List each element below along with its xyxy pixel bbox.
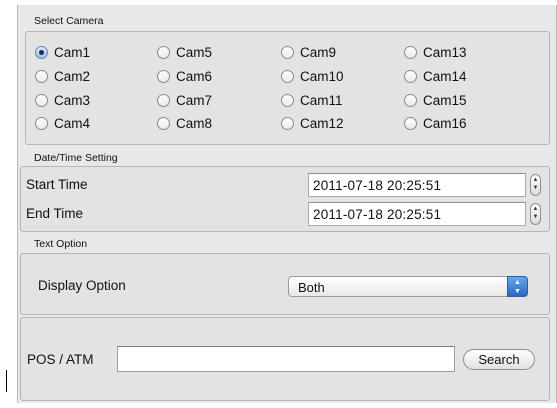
radio-button-icon[interactable] — [281, 93, 294, 107]
camera-option[interactable]: Cam13 — [404, 43, 467, 61]
camera-option-label: Cam10 — [300, 68, 344, 84]
radio-button-icon[interactable] — [404, 93, 417, 107]
camera-option-label: Cam2 — [54, 68, 91, 84]
radio-button-icon[interactable] — [281, 45, 294, 59]
radio-button-icon[interactable] — [157, 69, 170, 83]
camera-option-label: Cam3 — [54, 92, 91, 108]
camera-option-label: Cam9 — [300, 44, 337, 60]
camera-option[interactable]: Cam8 — [157, 114, 212, 132]
pos-atm-label: POS / ATM — [27, 352, 94, 367]
camera-option-label: Cam13 — [423, 44, 467, 60]
radio-button-icon[interactable] — [157, 93, 170, 107]
camera-option-label: Cam11 — [300, 92, 343, 108]
camera-option[interactable]: Cam5 — [157, 43, 212, 61]
camera-option[interactable]: Cam12 — [281, 114, 344, 132]
camera-option[interactable]: Cam1 — [35, 43, 90, 61]
radio-button-icon[interactable] — [35, 93, 48, 107]
start-time-stepper[interactable]: ▲ ▼ — [530, 174, 541, 196]
start-time-label: Start Time — [26, 177, 88, 192]
radio-button-icon[interactable] — [35, 69, 48, 83]
camera-option[interactable]: Cam4 — [35, 114, 90, 132]
camera-option-label: Cam4 — [54, 115, 91, 131]
text-option-group: Display Option Both ▲ ▼ — [20, 253, 550, 315]
select-camera-title: Select Camera — [34, 15, 104, 27]
stepper-up-icon[interactable]: ▲ — [531, 206, 540, 212]
camera-option-label: Cam6 — [176, 68, 213, 84]
camera-option-label: Cam5 — [176, 44, 213, 60]
camera-option-label: Cam16 — [423, 115, 467, 131]
camera-option[interactable]: Cam7 — [157, 91, 212, 109]
radio-button-icon[interactable] — [404, 45, 417, 59]
radio-button-icon[interactable] — [281, 116, 294, 130]
camera-option[interactable]: Cam2 — [35, 67, 90, 85]
end-time-label: End Time — [26, 206, 84, 221]
stepper-down-icon[interactable]: ▼ — [531, 214, 540, 220]
search-button[interactable]: Search — [463, 349, 535, 370]
camera-option-label: Cam12 — [300, 115, 344, 131]
radio-button-icon[interactable] — [35, 45, 48, 59]
end-time-field[interactable]: 2011-07-18 20:25:51 — [308, 202, 526, 226]
camera-option[interactable]: Cam15 — [404, 91, 467, 109]
stepper-up-icon[interactable]: ▲ — [531, 177, 540, 183]
camera-option[interactable]: Cam14 — [404, 67, 467, 85]
camera-search-panel: Select Camera Cam1 Cam2 Cam3 Cam4 Cam5 Cam6 Ca… — [17, 5, 557, 403]
camera-option[interactable]: Cam16 — [404, 114, 467, 132]
camera-option-label: Cam1 — [54, 44, 91, 60]
start-time-field[interactable]: 2011-07-18 20:25:51 — [308, 173, 526, 197]
end-time-stepper[interactable]: ▲ ▼ — [530, 203, 541, 225]
display-option-select[interactable]: Both ▲ ▼ — [288, 276, 528, 297]
text-option-title: Text Option — [34, 238, 88, 250]
camera-option[interactable]: Cam9 — [281, 43, 336, 61]
camera-option[interactable]: Cam6 — [157, 67, 212, 85]
datetime-title: Date/Time Setting — [34, 152, 118, 164]
camera-option[interactable]: Cam3 — [35, 91, 90, 109]
camera-option-label: Cam15 — [423, 92, 467, 108]
display-option-label: Display Option — [38, 278, 126, 293]
pos-atm-group: POS / ATM Search — [20, 317, 550, 401]
select-arrows-icon[interactable]: ▲ ▼ — [507, 276, 528, 297]
select-camera-group: Cam1 Cam2 Cam3 Cam4 Cam5 Cam6 Cam7 Cam8 Cam9 Cam1… — [25, 31, 550, 145]
camera-option[interactable]: Cam11 — [281, 91, 343, 109]
camera-option-label: Cam14 — [423, 68, 467, 84]
radio-button-icon[interactable] — [35, 116, 48, 130]
camera-option-label: Cam8 — [176, 115, 213, 131]
radio-button-icon[interactable] — [404, 69, 417, 83]
window-edge-divider — [6, 370, 7, 392]
radio-button-icon[interactable] — [404, 116, 417, 130]
camera-option-label: Cam7 — [176, 92, 213, 108]
display-option-value: Both — [298, 280, 325, 295]
datetime-group: Start Time 2011-07-18 20:25:51 ▲ ▼ End Ti… — [20, 166, 550, 232]
stepper-down-icon[interactable]: ▼ — [531, 185, 540, 191]
radio-button-icon[interactable] — [157, 116, 170, 130]
radio-button-icon[interactable] — [157, 45, 170, 59]
camera-option[interactable]: Cam10 — [281, 67, 344, 85]
radio-button-icon[interactable] — [281, 69, 294, 83]
pos-atm-input[interactable] — [117, 346, 455, 372]
